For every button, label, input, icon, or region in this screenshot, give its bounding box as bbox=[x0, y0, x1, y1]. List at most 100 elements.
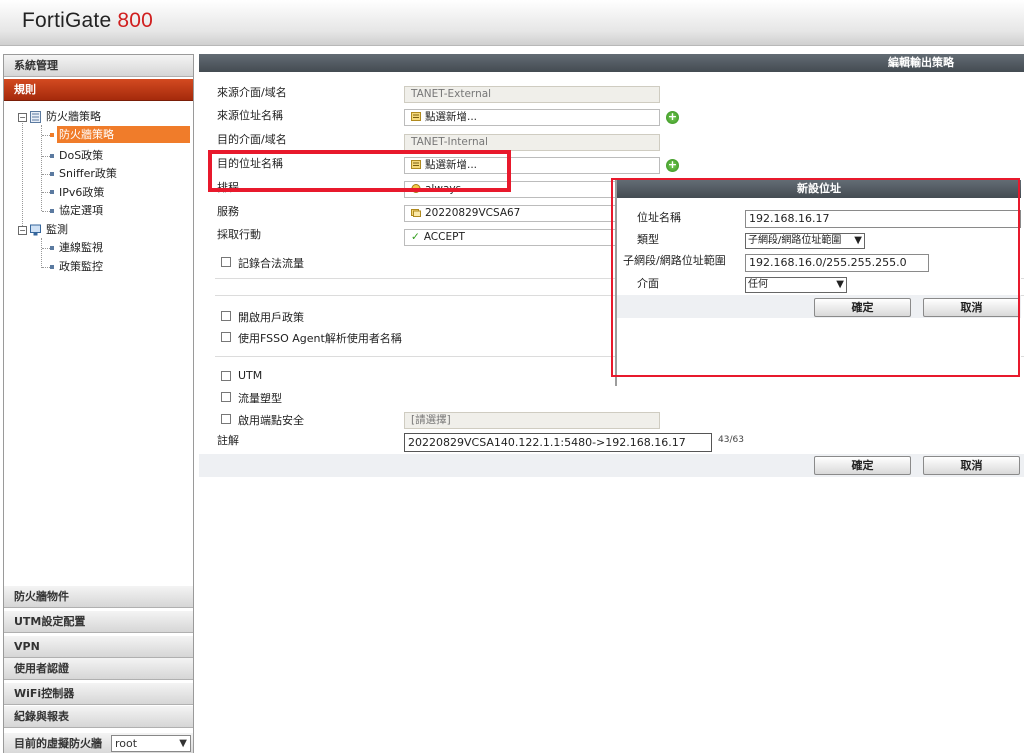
collapse-toggle-icon[interactable]: − bbox=[18, 226, 27, 235]
address-list-icon bbox=[411, 160, 421, 169]
schedule-value: always bbox=[425, 183, 462, 195]
tree-bullet bbox=[50, 209, 54, 213]
new-address-dialog: 新設位址 位址名稱 192.168.16.17 類型 子網段/網路位址範圍 ▼ … bbox=[615, 180, 1021, 386]
collapse-toggle-icon[interactable]: − bbox=[18, 113, 27, 122]
address-name-input[interactable]: 192.168.16.17 bbox=[745, 210, 1021, 228]
log-traffic-label: 記錄合法流量 bbox=[238, 257, 304, 270]
fortigate-window: FortiGate 800 系統管理 規則 − 防火牆策略 防火牆策略 DoS政… bbox=[0, 0, 1024, 753]
tree-branch bbox=[42, 192, 50, 193]
subnet-label: 子網段/網路位址範圍 bbox=[623, 254, 726, 267]
tree-branch bbox=[42, 248, 50, 249]
fsso-checkbox[interactable] bbox=[221, 332, 231, 342]
tree-bullet bbox=[50, 190, 54, 194]
traffic-shaping-label: 流量塑型 bbox=[238, 392, 282, 405]
dialog-button-bar: 確定 取消 bbox=[617, 295, 1021, 318]
action-label: 採取行動 bbox=[217, 228, 261, 241]
tree-monitor-group[interactable]: 監測 bbox=[46, 221, 68, 238]
dst-addr-field[interactable]: 點選新增... bbox=[404, 157, 660, 174]
comments-label: 註解 bbox=[217, 434, 239, 447]
tree-connector bbox=[22, 120, 23, 232]
tree-subconnector bbox=[41, 238, 42, 268]
tree-firewall-policy-group[interactable]: 防火牆策略 bbox=[46, 108, 101, 125]
brand-name: FortiGate bbox=[22, 9, 112, 32]
sidebar-section-firewall-objects[interactable]: 防火牆物件 bbox=[4, 586, 193, 608]
panel-title: 編輯輸出策略 bbox=[199, 54, 1024, 72]
endpoint-field[interactable]: [請選擇] bbox=[404, 412, 660, 429]
tree-sniffer-policy[interactable]: Sniffer政策 bbox=[59, 165, 117, 182]
address-list-icon bbox=[411, 112, 421, 121]
check-icon: ✓ bbox=[411, 231, 420, 243]
log-traffic-checkbox[interactable] bbox=[221, 257, 231, 267]
add-src-addr-icon[interactable]: + bbox=[666, 111, 679, 124]
tree-dos-policy[interactable]: DoS政策 bbox=[59, 147, 103, 164]
address-type-select[interactable]: 子網段/網路位址範圍 ▼ bbox=[745, 233, 865, 249]
dst-addr-value: 點選新增... bbox=[425, 159, 478, 171]
subnet-input[interactable]: 192.168.16.0/255.255.255.0 bbox=[745, 254, 929, 272]
user-policy-checkbox[interactable] bbox=[221, 311, 231, 321]
tree-firewall-policy[interactable]: 防火牆策略 bbox=[57, 126, 190, 143]
traffic-shaping-checkbox[interactable] bbox=[221, 392, 231, 402]
sidebar-section-utm-profiles[interactable]: UTM設定配置 bbox=[4, 611, 193, 633]
chevron-down-icon: ▼ bbox=[836, 279, 844, 290]
address-type-label: 類型 bbox=[637, 233, 659, 246]
sidebar-section-system[interactable]: 系統管理 bbox=[4, 55, 193, 77]
brand-model: 800 bbox=[117, 9, 154, 32]
address-name-label: 位址名稱 bbox=[637, 211, 681, 224]
ok-button[interactable]: 確定 bbox=[814, 456, 911, 475]
sidebar-section-vpn[interactable]: VPN bbox=[4, 636, 193, 658]
utm-checkbox[interactable] bbox=[221, 371, 231, 381]
policy-folder-icon bbox=[30, 111, 41, 123]
tree-ipv6-policy[interactable]: IPv6政策 bbox=[59, 184, 104, 201]
brand-logo: FortiGate 800 bbox=[22, 9, 153, 33]
dialog-cancel-button[interactable]: 取消 bbox=[923, 298, 1020, 317]
add-dst-addr-icon[interactable]: + bbox=[666, 159, 679, 172]
endpoint-label: 啟用端點安全 bbox=[238, 414, 304, 427]
tree-bullet bbox=[50, 154, 54, 158]
sidebar-section-wifi[interactable]: WiFi控制器 bbox=[4, 683, 193, 705]
dialog-ok-button[interactable]: 確定 bbox=[814, 298, 911, 317]
dst-intf-field[interactable]: TANET-Internal bbox=[404, 134, 660, 151]
tree-bullet bbox=[50, 246, 54, 250]
utm-label: UTM bbox=[238, 369, 263, 382]
src-addr-field[interactable]: 點選新增... bbox=[404, 109, 660, 126]
monitor-icon bbox=[30, 224, 41, 236]
vdom-select[interactable]: root ▼ bbox=[111, 735, 191, 752]
service-label: 服務 bbox=[217, 205, 239, 218]
sidebar-section-policy[interactable]: 規則 bbox=[4, 79, 193, 101]
tree-branch bbox=[42, 267, 50, 268]
comments-counter: 43/63 bbox=[718, 435, 744, 445]
sidebar-section-log-report[interactable]: 紀錄與報表 bbox=[4, 706, 193, 728]
comments-input[interactable]: 20220829VCSA140.122.1.1:5480->192.168.16… bbox=[404, 433, 712, 452]
tree-branch bbox=[42, 156, 50, 157]
dst-addr-label: 目的位址名稱 bbox=[217, 157, 283, 170]
tree-subconnector bbox=[41, 125, 42, 211]
tree-policy-monitor[interactable]: 政策監控 bbox=[59, 258, 103, 275]
vdom-value: root bbox=[115, 737, 138, 750]
interface-label: 介面 bbox=[637, 277, 659, 290]
sidebar-section-user[interactable]: 使用者認證 bbox=[4, 658, 193, 680]
tree-branch bbox=[42, 135, 50, 136]
service-group-icon bbox=[411, 209, 421, 217]
vdom-label: 目前的虛擬防火牆 bbox=[14, 737, 102, 750]
schedule-label: 排程 bbox=[217, 181, 239, 194]
chevron-down-icon: ▼ bbox=[854, 235, 862, 246]
src-addr-label: 來源位址名稱 bbox=[217, 109, 283, 122]
tree-bullet bbox=[50, 265, 54, 269]
fsso-label: 使用FSSO Agent解析使用者名稱 bbox=[238, 332, 402, 345]
address-type-value: 子網段/網路位址範圍 bbox=[748, 235, 842, 246]
endpoint-checkbox[interactable] bbox=[221, 414, 231, 424]
form-button-bar: 確定 取消 bbox=[199, 454, 1024, 477]
interface-select[interactable]: 任何 ▼ bbox=[745, 277, 847, 293]
tree-protocol-options[interactable]: 協定選項 bbox=[59, 202, 103, 219]
tree-branch bbox=[42, 211, 50, 212]
clock-icon bbox=[411, 184, 421, 193]
action-value: ACCEPT bbox=[423, 231, 465, 243]
dialog-title: 新設位址 bbox=[617, 180, 1021, 198]
src-intf-field[interactable]: TANET-External bbox=[404, 86, 660, 103]
cancel-button[interactable]: 取消 bbox=[923, 456, 1020, 475]
interface-value: 任何 bbox=[748, 279, 768, 290]
service-value: 20220829VCSA67 bbox=[425, 207, 521, 219]
tree-session-monitor[interactable]: 連線監視 bbox=[59, 239, 103, 256]
src-intf-label: 來源介面/域名 bbox=[217, 86, 287, 99]
vdom-bar: 目前的虛擬防火牆 root ▼ bbox=[4, 733, 193, 753]
